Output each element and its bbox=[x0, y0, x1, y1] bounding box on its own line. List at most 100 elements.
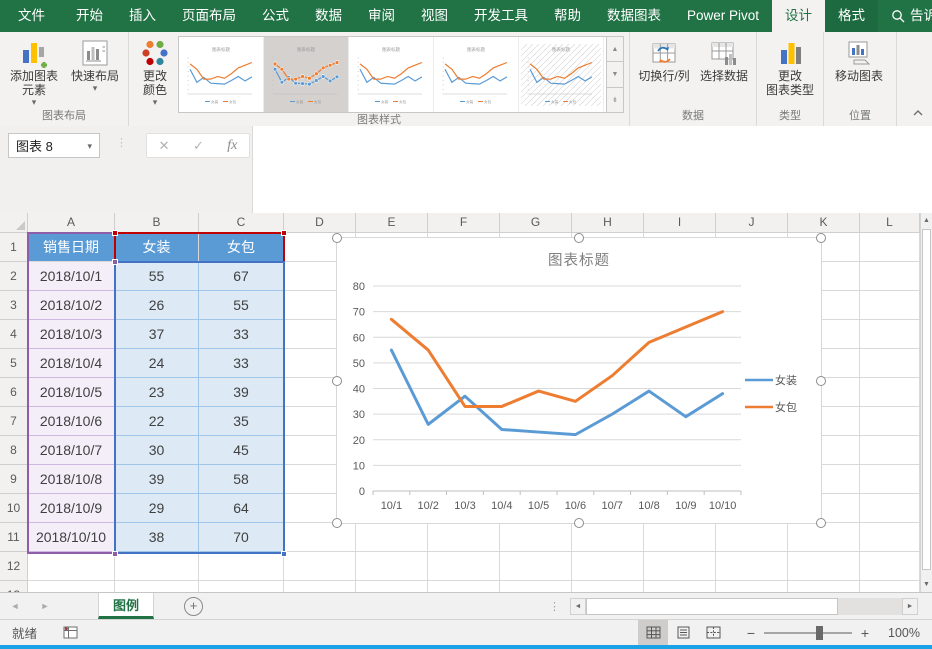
name-box[interactable]: 图表 8 ▾ bbox=[8, 133, 100, 158]
cell-D12[interactable] bbox=[284, 552, 356, 581]
cell-B13[interactable] bbox=[115, 581, 199, 592]
menu-tab-帮助[interactable]: 帮助 bbox=[541, 0, 594, 32]
cell-A2[interactable]: 2018/10/1 bbox=[28, 262, 115, 291]
cell-L4[interactable] bbox=[860, 320, 920, 349]
cell-A3[interactable]: 2018/10/2 bbox=[28, 291, 115, 320]
cell-A6[interactable]: 2018/10/5 bbox=[28, 378, 115, 407]
row-header-3[interactable]: 3 bbox=[0, 291, 28, 320]
cell-B2[interactable]: 55 bbox=[115, 262, 199, 291]
cell-C7[interactable]: 35 bbox=[199, 407, 284, 436]
cell-A7[interactable]: 2018/10/6 bbox=[28, 407, 115, 436]
cell-H11[interactable] bbox=[572, 523, 644, 552]
switch-row-column-button[interactable]: 切换行/列 bbox=[633, 35, 695, 83]
menu-tab-文件[interactable]: 文件 bbox=[0, 0, 63, 32]
cell-K13[interactable] bbox=[788, 581, 860, 592]
scroll-left-button[interactable]: ◄ bbox=[570, 598, 586, 615]
cell-H13[interactable] bbox=[572, 581, 644, 592]
column-header-A[interactable]: A bbox=[28, 213, 115, 233]
cell-B6[interactable]: 23 bbox=[115, 378, 199, 407]
cell-H12[interactable] bbox=[572, 552, 644, 581]
menu-tab-开始[interactable]: 开始 bbox=[63, 0, 116, 32]
column-header-G[interactable]: G bbox=[500, 213, 572, 233]
insert-function-icon[interactable]: fx bbox=[227, 138, 237, 154]
cell-J11[interactable] bbox=[716, 523, 788, 552]
next-sheet-button[interactable]: ► bbox=[30, 593, 60, 619]
sheet-tab-active[interactable]: 图例 bbox=[98, 593, 154, 619]
menu-tab-设计[interactable]: 设计 bbox=[772, 0, 825, 32]
cell-C8[interactable]: 45 bbox=[199, 436, 284, 465]
tabbar-resize-handle[interactable]: ⋮ bbox=[549, 600, 560, 613]
cell-L1[interactable] bbox=[860, 233, 920, 262]
cell-A13[interactable] bbox=[28, 581, 115, 592]
scroll-right-button[interactable]: ► bbox=[902, 598, 918, 615]
cell-C5[interactable]: 33 bbox=[199, 349, 284, 378]
select-data-button[interactable]: 选择数据 bbox=[695, 35, 753, 83]
previous-sheet-button[interactable]: ◄ bbox=[0, 593, 30, 619]
change-colors-button[interactable]: 更改 颜色 ▾ bbox=[132, 35, 178, 107]
range-handle[interactable] bbox=[281, 551, 287, 557]
cell-C1[interactable]: 女包 bbox=[199, 233, 284, 262]
menu-tab-视图[interactable]: 视图 bbox=[408, 0, 461, 32]
cell-B4[interactable]: 37 bbox=[115, 320, 199, 349]
chart-style-thumbnail-3[interactable]: 图表标题女装女包 bbox=[349, 37, 434, 112]
row-header-6[interactable]: 6 bbox=[0, 378, 28, 407]
zoom-level[interactable]: 100% bbox=[874, 626, 920, 640]
select-all-corner[interactable] bbox=[0, 213, 28, 233]
cell-F13[interactable] bbox=[428, 581, 500, 592]
zoom-slider-thumb[interactable] bbox=[816, 626, 823, 640]
chart-resize-handle-bottom-left[interactable] bbox=[332, 518, 342, 528]
cell-C12[interactable] bbox=[199, 552, 284, 581]
formula-bar-drag-handle[interactable]: ⋮ bbox=[116, 136, 127, 149]
macro-record-icon[interactable] bbox=[63, 626, 78, 639]
cell-C11[interactable]: 70 bbox=[199, 523, 284, 552]
cell-D13[interactable] bbox=[284, 581, 356, 592]
cell-B1[interactable]: 女装 bbox=[115, 233, 199, 262]
row-header-8[interactable]: 8 bbox=[0, 436, 28, 465]
column-header-I[interactable]: I bbox=[644, 213, 716, 233]
gallery-scroll-down-button[interactable]: ▼ bbox=[607, 62, 623, 87]
tell-me-button[interactable]: 告诉我 bbox=[878, 0, 932, 32]
menu-tab-页面布局[interactable]: 页面布局 bbox=[169, 0, 249, 32]
zoom-out-button[interactable]: − bbox=[742, 625, 760, 641]
zoom-slider[interactable] bbox=[764, 632, 852, 634]
vertical-scrollbar[interactable]: ▲ ▼ bbox=[920, 213, 932, 592]
cell-B9[interactable]: 39 bbox=[115, 465, 199, 494]
chart-resize-handle-bottom-right[interactable] bbox=[816, 518, 826, 528]
cell-I12[interactable] bbox=[644, 552, 716, 581]
menu-tab-开发工具[interactable]: 开发工具 bbox=[461, 0, 541, 32]
menu-tab-公式[interactable]: 公式 bbox=[249, 0, 302, 32]
range-handle[interactable] bbox=[112, 551, 118, 557]
cell-A9[interactable]: 2018/10/8 bbox=[28, 465, 115, 494]
cell-I13[interactable] bbox=[644, 581, 716, 592]
cell-B3[interactable]: 26 bbox=[115, 291, 199, 320]
cell-A10[interactable]: 2018/10/9 bbox=[28, 494, 115, 523]
cell-F12[interactable] bbox=[428, 552, 500, 581]
cell-L12[interactable] bbox=[860, 552, 920, 581]
chart-resize-handle-bottom[interactable] bbox=[574, 518, 584, 528]
row-header-4[interactable]: 4 bbox=[0, 320, 28, 349]
menu-tab-Power Pivot[interactable]: Power Pivot bbox=[674, 0, 772, 32]
change-chart-type-button[interactable]: 更改 图表类型 bbox=[760, 35, 820, 97]
cell-J12[interactable] bbox=[716, 552, 788, 581]
move-chart-button[interactable]: 移动图表 bbox=[827, 35, 891, 83]
cell-L6[interactable] bbox=[860, 378, 920, 407]
cell-A11[interactable]: 2018/10/10 bbox=[28, 523, 115, 552]
cell-E13[interactable] bbox=[356, 581, 428, 592]
chart-object[interactable]: 0102030405060708010/110/210/310/410/510/… bbox=[336, 237, 822, 524]
cell-C6[interactable]: 39 bbox=[199, 378, 284, 407]
cell-L8[interactable] bbox=[860, 436, 920, 465]
row-header-10[interactable]: 10 bbox=[0, 494, 28, 523]
cell-C4[interactable]: 33 bbox=[199, 320, 284, 349]
cell-C2[interactable]: 67 bbox=[199, 262, 284, 291]
range-handle[interactable] bbox=[112, 230, 118, 236]
row-header-9[interactable]: 9 bbox=[0, 465, 28, 494]
chart-resize-handle-right[interactable] bbox=[816, 376, 826, 386]
range-handle[interactable] bbox=[112, 259, 118, 265]
cell-L5[interactable] bbox=[860, 349, 920, 378]
row-header-1[interactable]: 1 bbox=[0, 233, 28, 262]
chart-resize-handle-left[interactable] bbox=[332, 376, 342, 386]
column-header-C[interactable]: C bbox=[199, 213, 284, 233]
add-chart-element-button[interactable]: 添加图表 元素 ▾ bbox=[3, 35, 65, 107]
cell-B8[interactable]: 30 bbox=[115, 436, 199, 465]
cell-J13[interactable] bbox=[716, 581, 788, 592]
